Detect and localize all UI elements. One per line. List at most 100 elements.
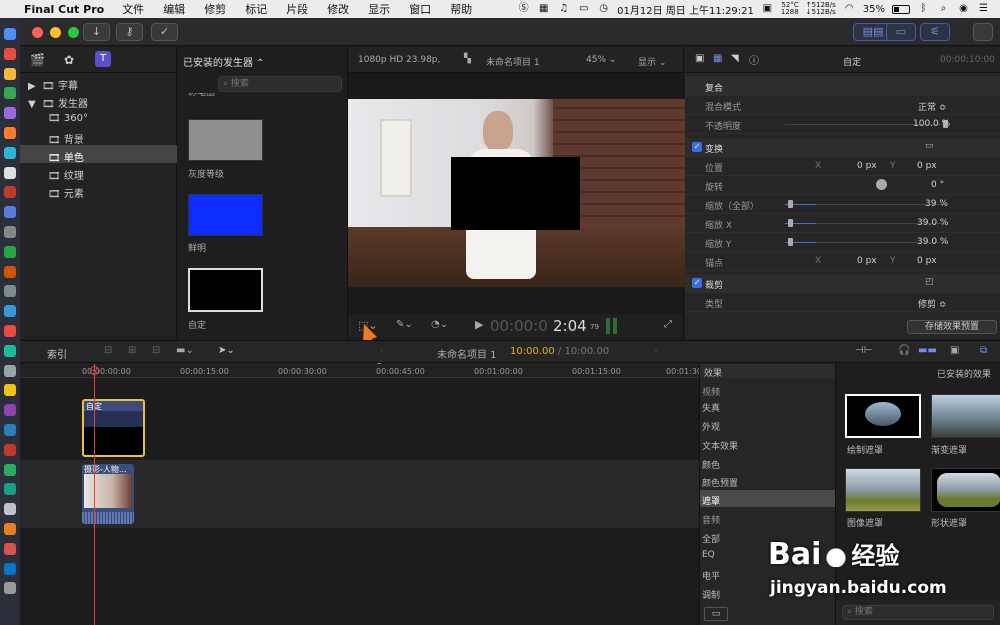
fx-category-text-effects[interactable]: 文本效果 — [702, 439, 738, 452]
timeline-clip-solid[interactable]: 自定 — [82, 399, 145, 457]
video-inspector-icon[interactable]: ▣ — [695, 53, 704, 64]
fx-category-color-presets[interactable]: 颜色预置 — [702, 476, 738, 489]
dock-app-icon[interactable] — [4, 265, 16, 278]
s-app-icon[interactable]: Ⓢ — [517, 3, 530, 15]
dock-app-icon[interactable] — [4, 562, 16, 575]
menu-trim[interactable]: 修剪 — [204, 1, 226, 17]
index-button[interactable]: 索引 — [47, 346, 67, 361]
zoom-menu[interactable]: 45% ⌄ — [586, 55, 616, 65]
transform-onscreen-icon[interactable]: ▭ — [925, 141, 934, 151]
grid-icon[interactable]: ▦ — [537, 3, 550, 15]
crop-onscreen-icon[interactable]: ◰ — [925, 277, 934, 287]
dock-app-icon[interactable] — [4, 28, 16, 40]
anchor-x[interactable]: 0 px — [857, 256, 877, 266]
dock-app-icon[interactable] — [4, 146, 16, 159]
dock-app-icon[interactable] — [4, 186, 16, 199]
fx-category-video[interactable]: 视频 — [702, 385, 720, 398]
show-inspector-button[interactable]: ⚟ — [920, 23, 950, 41]
menu-clip[interactable]: 片段 — [286, 1, 308, 17]
back-icon[interactable]: ‹ — [380, 345, 384, 356]
fx-thumb-draw-mask[interactable] — [845, 394, 921, 438]
menu-app-name[interactable]: Final Cut Pro — [24, 3, 104, 16]
dock-app-icon[interactable] — [4, 67, 16, 80]
dock-app-icon[interactable] — [4, 424, 16, 436]
battery-icon[interactable] — [892, 4, 910, 14]
crop-type-popup[interactable]: 修剪 ≎ — [918, 297, 946, 310]
skimming-icon[interactable]: ⊣⊢ — [855, 345, 872, 356]
sidebar-item-360[interactable]: 🎞 360° — [48, 113, 88, 124]
snapping-icon[interactable]: ▣ — [950, 345, 959, 356]
dock-app-icon[interactable] — [4, 226, 16, 238]
dock-app-icon[interactable] — [4, 285, 16, 298]
media-browser-icon[interactable]: 🎬 — [30, 53, 45, 67]
dock-app-icon[interactable] — [4, 523, 16, 535]
fx-category-levels[interactable]: 电平 — [702, 569, 720, 582]
disclosure-down-icon[interactable]: ▼ — [28, 99, 36, 110]
titles-generators-icon[interactable]: T — [95, 51, 111, 67]
menu-window[interactable]: 窗口 — [409, 1, 431, 17]
dock-app-icon[interactable] — [4, 245, 16, 258]
dock-app-icon[interactable] — [4, 344, 16, 357]
dock-app-icon[interactable] — [4, 166, 16, 179]
dock-app-icon[interactable] — [4, 305, 16, 318]
audio-skimming-icon[interactable]: 🎧 — [898, 345, 910, 356]
crop-section[interactable]: ✓ 裁剪 ◰ — [685, 274, 1000, 293]
blend-mode-popup[interactable]: 正常 ≎ — [918, 100, 946, 113]
compositing-section[interactable]: 复合 — [685, 77, 1000, 96]
import-button[interactable]: ↓ — [83, 23, 110, 41]
dock-app-icon[interactable] — [4, 503, 16, 516]
slider-knob[interactable] — [788, 238, 794, 246]
fx-category-eq[interactable]: EQ — [702, 550, 715, 560]
fx-category-audio[interactable]: 音频 — [702, 513, 720, 526]
menu-mark[interactable]: 标记 — [245, 1, 267, 17]
dock-app-icon[interactable] — [4, 443, 16, 456]
fx-category-look[interactable]: 外观 — [702, 420, 720, 433]
forward-icon[interactable]: › — [654, 345, 658, 356]
dock-app-icon[interactable] — [4, 325, 16, 337]
background-tasks-button[interactable]: ✓ — [151, 23, 178, 41]
sidebar-item-elements[interactable]: 🎞 元素 — [48, 185, 84, 200]
browser-title[interactable]: 已安装的发生器 ⌃ — [183, 54, 265, 69]
dock-app-icon[interactable] — [4, 87, 16, 100]
dock-app-icon[interactable] — [4, 107, 16, 120]
slider-knob[interactable] — [788, 219, 794, 227]
dock-app-icon[interactable] — [4, 364, 16, 377]
menu-view[interactable]: 显示 — [368, 1, 390, 17]
timeline-clip-video[interactable]: 摄影-人物... — [82, 464, 134, 524]
clock-icon[interactable]: ◷ — [597, 3, 610, 15]
rotation-value[interactable]: 0 ° — [931, 180, 944, 190]
dock-app-icon[interactable] — [4, 542, 16, 555]
position-x[interactable]: 0 px — [857, 161, 877, 171]
dock-app-icon[interactable] — [4, 463, 16, 476]
photos-icon[interactable]: ✿ — [64, 53, 74, 67]
video-frame[interactable] — [348, 99, 685, 287]
scale-x-value[interactable]: 39.0 % — [917, 218, 948, 228]
fullscreen-icon[interactable]: ⤢ — [664, 319, 672, 330]
menu-extra-icon[interactable]: ▣ — [761, 3, 774, 15]
crop-checkbox[interactable]: ✓ — [692, 278, 702, 288]
filmstrip-icon[interactable]: ▦ — [713, 53, 722, 64]
bluetooth-icon[interactable]: ᛒ — [917, 3, 930, 15]
menu-edit[interactable]: 编辑 — [163, 1, 185, 17]
retime-menu-button[interactable]: ◔⌄ — [431, 319, 448, 330]
overwrite-clip-icon[interactable]: ▬⌄ — [176, 345, 194, 356]
fx-category-modulation[interactable]: 调制 — [702, 588, 720, 601]
append-clip-icon[interactable]: ⊟ — [152, 345, 160, 356]
fx-thumb-gradient-mask[interactable] — [931, 394, 1000, 438]
select-tool-icon[interactable]: ➤⌄ — [218, 345, 235, 356]
keywords-button[interactable]: ⚷ — [116, 23, 143, 41]
search-input[interactable]: ⌕ 搜索 — [218, 76, 342, 92]
dock-app-icon[interactable] — [4, 404, 16, 417]
solid-black-overlay[interactable] — [451, 157, 580, 230]
datetime[interactable]: 01月12日 周日 上午11:29:21 — [617, 2, 754, 17]
spotlight-icon[interactable]: ⌕ — [937, 3, 950, 15]
show-timeline-button[interactable]: ▭ — [886, 23, 916, 41]
anchor-y[interactable]: 0 px — [917, 256, 937, 266]
dock-app-icon[interactable] — [4, 47, 16, 60]
transform-section[interactable]: ✓ 变换 ▭ — [685, 138, 1000, 157]
info-icon[interactable]: ⓘ — [749, 52, 759, 67]
save-preset-button[interactable]: 存储效果预置 — [907, 320, 997, 334]
effects-browser-icon[interactable]: ⧉ — [980, 345, 987, 356]
insert-clip-icon[interactable]: ⊞ — [128, 345, 136, 356]
scale-all-value[interactable]: 39 % — [925, 199, 948, 209]
